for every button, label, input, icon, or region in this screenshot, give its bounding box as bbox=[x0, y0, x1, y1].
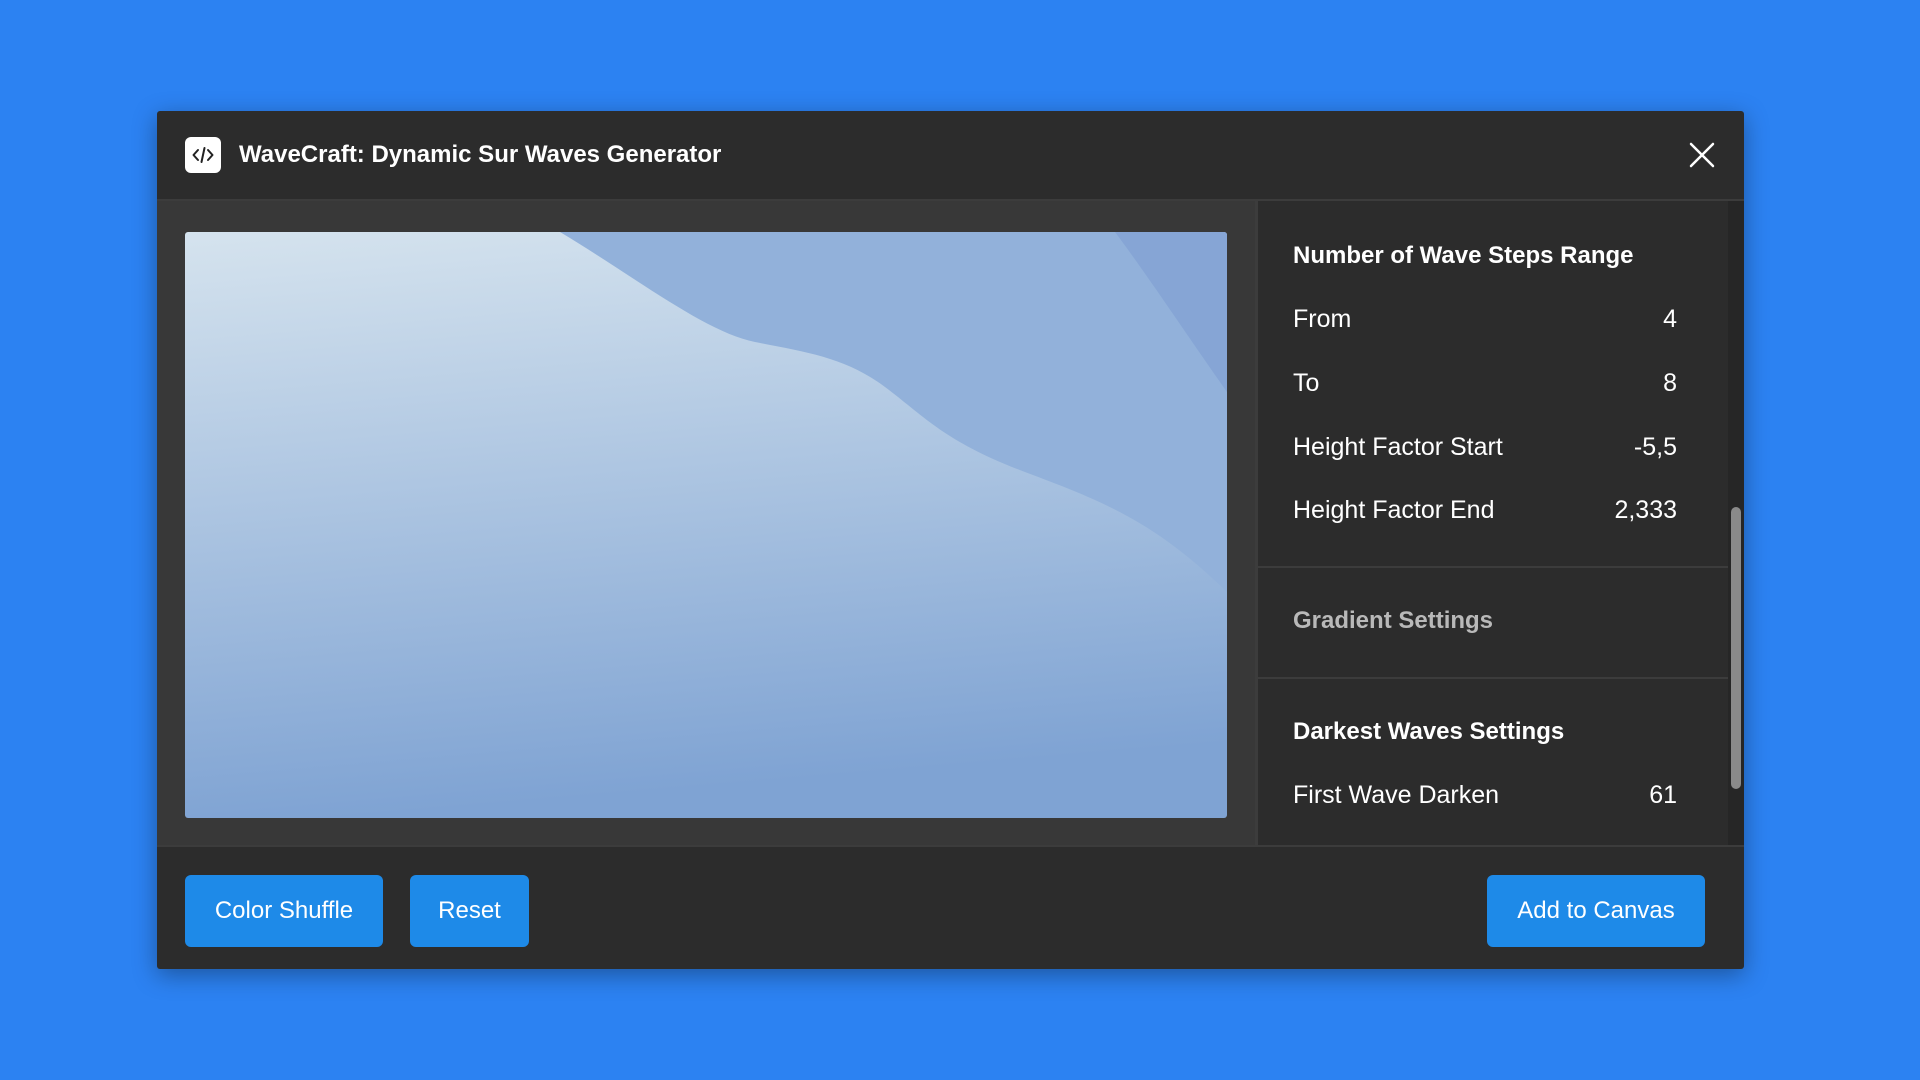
setting-label: From bbox=[1293, 305, 1352, 333]
preview-area bbox=[157, 201, 1255, 845]
wave-steps-section-title: Number of Wave Steps Range bbox=[1293, 242, 1634, 269]
settings-scrollbar[interactable] bbox=[1728, 201, 1744, 845]
close-icon[interactable] bbox=[1686, 139, 1718, 171]
setting-row-height-factor-start[interactable]: Height Factor Start -5,5 bbox=[1293, 433, 1677, 467]
title-bar: WaveCraft: Dynamic Sur Waves Generator bbox=[157, 111, 1744, 201]
setting-value[interactable]: 61 bbox=[1649, 781, 1677, 810]
setting-label: To bbox=[1293, 369, 1320, 397]
setting-row-to[interactable]: To 8 bbox=[1293, 369, 1677, 403]
settings-panel: Number of Wave Steps Range From 4 To 8 H… bbox=[1258, 201, 1728, 845]
dialog-footer: Color Shuffle Reset Add to Canvas bbox=[157, 845, 1744, 969]
section-divider bbox=[1258, 677, 1728, 679]
color-shuffle-button[interactable]: Color Shuffle bbox=[185, 875, 383, 947]
dialog-title: WaveCraft: Dynamic Sur Waves Generator bbox=[239, 141, 722, 168]
scrollbar-thumb[interactable] bbox=[1731, 507, 1741, 789]
setting-value[interactable]: -5,5 bbox=[1634, 433, 1677, 462]
setting-label: First Wave Darken bbox=[1293, 781, 1500, 809]
setting-value[interactable]: 8 bbox=[1663, 369, 1677, 398]
reset-button[interactable]: Reset bbox=[410, 875, 529, 947]
setting-label: Height Factor Start bbox=[1293, 433, 1503, 461]
wave-preview bbox=[185, 232, 1227, 818]
wave-preview-canvas bbox=[185, 232, 1227, 818]
setting-label: Height Factor End bbox=[1293, 496, 1495, 524]
setting-value[interactable]: 2,333 bbox=[1614, 496, 1677, 525]
setting-row-first-wave-darken[interactable]: First Wave Darken 61 bbox=[1293, 781, 1677, 815]
setting-value[interactable]: 4 bbox=[1663, 305, 1677, 334]
setting-row-height-factor-end[interactable]: Height Factor End 2,333 bbox=[1293, 496, 1677, 530]
setting-row-from[interactable]: From 4 bbox=[1293, 305, 1677, 339]
dialog-body: Number of Wave Steps Range From 4 To 8 H… bbox=[157, 201, 1744, 845]
add-to-canvas-button[interactable]: Add to Canvas bbox=[1487, 875, 1705, 947]
wave-generator-dialog: WaveCraft: Dynamic Sur Waves Generator N… bbox=[157, 111, 1744, 969]
code-icon bbox=[185, 137, 221, 173]
section-divider bbox=[1258, 566, 1728, 568]
gradient-settings-section[interactable]: Gradient Settings bbox=[1293, 607, 1493, 635]
darkest-waves-section-title: Darkest Waves Settings bbox=[1293, 718, 1565, 745]
close-button[interactable] bbox=[1686, 139, 1718, 171]
